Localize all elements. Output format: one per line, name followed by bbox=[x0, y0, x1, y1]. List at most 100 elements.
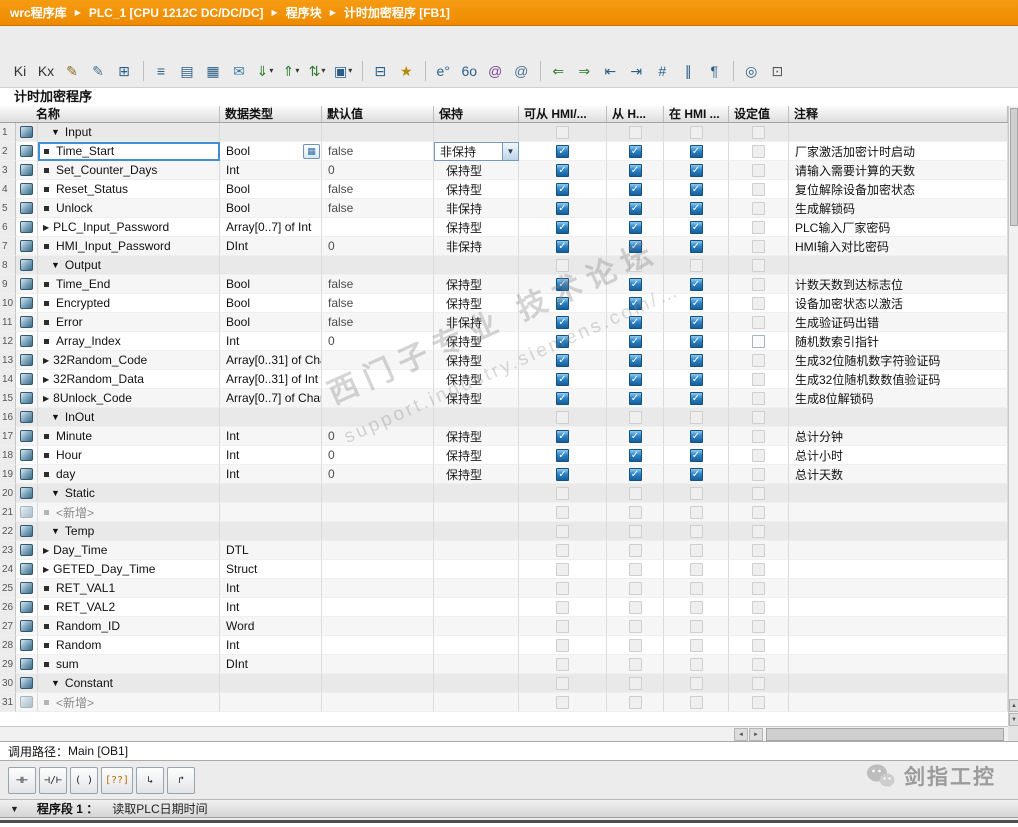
comment-cell[interactable] bbox=[789, 693, 1008, 712]
comment-cell[interactable] bbox=[789, 408, 1008, 427]
snapshot-values-icon-button[interactable]: ⇅▾ bbox=[305, 59, 329, 83]
retain-cell[interactable]: 保持型 bbox=[434, 332, 519, 351]
default-value-cell[interactable] bbox=[322, 484, 434, 503]
default-value-cell[interactable] bbox=[322, 674, 434, 693]
datatype-cell[interactable] bbox=[220, 256, 322, 275]
retain-cell[interactable] bbox=[434, 579, 519, 598]
hmi-visible-checkbox[interactable]: ✓ bbox=[690, 145, 703, 158]
grid-view-icon-button[interactable]: ▦ bbox=[201, 59, 225, 83]
checkbox-cell[interactable]: ✓ bbox=[664, 465, 729, 484]
table-row[interactable]: 10EncryptedBoolfalse保持型✓✓✓设备加密状态以激活 bbox=[0, 294, 1008, 313]
breadcrumb-item[interactable]: 程序块 bbox=[286, 4, 322, 21]
table-row[interactable]: 14▶32Random_DataArray[0..31] of Int保持型✓✓… bbox=[0, 370, 1008, 389]
var-name-cell[interactable]: ▼InOut bbox=[38, 408, 220, 427]
hmi-accessible-checkbox[interactable]: ✓ bbox=[556, 430, 569, 443]
comment-bubble-icon-button[interactable]: ✉ bbox=[227, 59, 251, 83]
absolute-operands-icon-button[interactable]: # bbox=[650, 59, 674, 83]
retain-cell[interactable]: 保持型 bbox=[434, 351, 519, 370]
default-value-cell[interactable] bbox=[322, 541, 434, 560]
parallel-branch-icon-button[interactable]: ∥ bbox=[676, 59, 700, 83]
edit-comment-icon-button[interactable]: ✎ bbox=[86, 59, 110, 83]
breadcrumb-item[interactable]: wrc程序库 bbox=[10, 4, 67, 21]
checkbox-cell[interactable]: ✓ bbox=[519, 332, 607, 351]
var-name-cell[interactable]: ▼Constant bbox=[38, 674, 220, 693]
comment-cell[interactable]: 生成8位解锁码 bbox=[789, 389, 1008, 408]
var-name-cell[interactable]: Error bbox=[38, 313, 220, 332]
hmi-writable-checkbox[interactable]: ✓ bbox=[629, 316, 642, 329]
column-header[interactable]: 从 H... bbox=[607, 106, 664, 122]
add-parameter-icon-button[interactable]: ⊞ bbox=[112, 59, 136, 83]
hmi-accessible-checkbox[interactable]: ✓ bbox=[556, 335, 569, 348]
breadcrumb-item[interactable]: 计时加密程序 [FB1] bbox=[344, 4, 450, 21]
favorites-star-icon-button[interactable]: ★ bbox=[394, 59, 418, 83]
retain-cell[interactable] bbox=[434, 522, 519, 541]
var-name-cell[interactable]: ▼Static bbox=[38, 484, 220, 503]
table-row[interactable]: 7HMI_Input_PasswordDInt0非保持✓✓✓HMI输入对比密码 bbox=[0, 237, 1008, 256]
comment-cell[interactable]: 请输入需要计算的天数 bbox=[789, 161, 1008, 180]
hmi-writable-checkbox[interactable]: ✓ bbox=[629, 354, 642, 367]
table-row[interactable]: 1▼Input bbox=[0, 123, 1008, 142]
table-row[interactable]: 9Time_EndBoolfalse保持型✓✓✓计数天数到达标志位 bbox=[0, 275, 1008, 294]
checkbox-cell[interactable]: ✓ bbox=[607, 370, 664, 389]
hmi-accessible-checkbox[interactable]: ✓ bbox=[556, 354, 569, 367]
checkbox-cell[interactable]: ✓ bbox=[607, 275, 664, 294]
retain-cell[interactable]: 非保持 bbox=[434, 313, 519, 332]
comment-cell[interactable]: 总计小时 bbox=[789, 446, 1008, 465]
checkbox-cell[interactable]: ✓ bbox=[607, 351, 664, 370]
table-row[interactable]: 20▼Static bbox=[0, 484, 1008, 503]
var-name-cell[interactable]: Random_ID bbox=[38, 617, 220, 636]
hmi-accessible-checkbox[interactable]: ✓ bbox=[556, 449, 569, 462]
print-icon-button[interactable]: ⊡ bbox=[765, 59, 789, 83]
expand-triangle-icon[interactable]: ▶ bbox=[43, 375, 49, 384]
collapse-triangle-icon[interactable]: ▼ bbox=[51, 488, 60, 498]
scroll-right-icon[interactable]: ► bbox=[749, 728, 763, 741]
hmi-visible-checkbox[interactable]: ✓ bbox=[690, 316, 703, 329]
dropdown-arrow-icon[interactable]: ▾ bbox=[295, 66, 299, 75]
checkbox-cell[interactable]: ✓ bbox=[519, 351, 607, 370]
default-value-cell[interactable] bbox=[322, 598, 434, 617]
table-row[interactable]: 18HourInt0保持型✓✓✓总计小时 bbox=[0, 446, 1008, 465]
checkbox-cell[interactable]: ✓ bbox=[664, 218, 729, 237]
hmi-accessible-checkbox[interactable]: ✓ bbox=[556, 164, 569, 177]
expand-triangle-icon[interactable]: ▶ bbox=[43, 356, 49, 365]
table-row[interactable]: 27Random_IDWord bbox=[0, 617, 1008, 636]
default-value-cell[interactable] bbox=[322, 503, 434, 522]
var-name-cell[interactable]: Minute bbox=[38, 427, 220, 446]
checkbox-cell[interactable]: ✓ bbox=[519, 427, 607, 446]
retain-dropdown-button[interactable]: ▼ bbox=[502, 143, 518, 160]
var-name-cell[interactable]: ▶8Unlock_Code bbox=[38, 389, 220, 408]
hmi-accessible-checkbox[interactable]: ✓ bbox=[556, 202, 569, 215]
var-name-cell[interactable]: ▶32Random_Data bbox=[38, 370, 220, 389]
comment-cell[interactable] bbox=[789, 598, 1008, 617]
checkbox-cell[interactable]: ✓ bbox=[607, 237, 664, 256]
checkbox-cell[interactable]: ✓ bbox=[519, 275, 607, 294]
retain-cell[interactable] bbox=[434, 256, 519, 275]
datatype-cell[interactable]: Array[0..31] of Char bbox=[220, 351, 322, 370]
checkbox-cell[interactable]: ✓ bbox=[664, 142, 729, 161]
retain-cell[interactable]: 保持型 bbox=[434, 294, 519, 313]
comment-cell[interactable] bbox=[789, 541, 1008, 560]
default-value-cell[interactable] bbox=[322, 655, 434, 674]
table-row[interactable]: 11ErrorBoolfalse非保持✓✓✓生成验证码出错 bbox=[0, 313, 1008, 332]
hmi-accessible-checkbox[interactable]: ✓ bbox=[556, 240, 569, 253]
comment-cell[interactable] bbox=[789, 617, 1008, 636]
retain-cell[interactable] bbox=[434, 408, 519, 427]
table-row[interactable]: 16▼InOut bbox=[0, 408, 1008, 427]
apply-snapshot-icon-button[interactable]: ▣▾ bbox=[331, 59, 355, 83]
checkbox-cell[interactable]: ✓ bbox=[607, 446, 664, 465]
comment-cell[interactable]: PLC输入厂家密码 bbox=[789, 218, 1008, 237]
dropdown-arrow-icon[interactable]: ▾ bbox=[321, 66, 325, 75]
var-name-cell[interactable]: Time_End bbox=[38, 275, 220, 294]
table-row[interactable]: 25RET_VAL1Int bbox=[0, 579, 1008, 598]
default-value-cell[interactable]: false bbox=[322, 142, 434, 161]
monitor-glasses-icon-button[interactable]: ◎ bbox=[739, 59, 763, 83]
hmi-accessible-checkbox[interactable]: ✓ bbox=[556, 468, 569, 481]
hmi-accessible-checkbox[interactable]: ✓ bbox=[556, 392, 569, 405]
datatype-cell[interactable]: Int bbox=[220, 465, 322, 484]
contact-no-button[interactable]: ⊣⊢ bbox=[8, 767, 36, 794]
table-row[interactable]: 5UnlockBoolfalse非保持✓✓✓生成解锁码 bbox=[0, 199, 1008, 218]
var-name-cell[interactable]: <新增> bbox=[38, 693, 220, 712]
default-value-cell[interactable] bbox=[322, 693, 434, 712]
close-branch-button[interactable]: ↱ bbox=[167, 767, 195, 794]
comment-cell[interactable]: 厂家激活加密计时启动 bbox=[789, 142, 1008, 161]
